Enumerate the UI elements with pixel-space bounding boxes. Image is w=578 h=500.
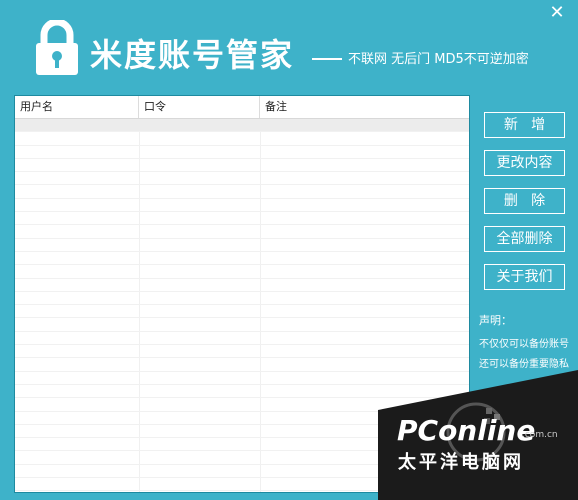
watermark-subtitle: 太平洋电脑网 xyxy=(398,452,524,473)
notice-line: 不仅仅可以备份账号 xyxy=(479,339,569,350)
tagline-dash xyxy=(312,58,342,60)
table-row[interactable] xyxy=(15,292,469,306)
table-row[interactable] xyxy=(15,318,469,332)
table-row[interactable] xyxy=(15,345,469,359)
table-row[interactable] xyxy=(15,212,469,226)
table-row[interactable] xyxy=(15,146,469,159)
table-row[interactable] xyxy=(15,279,469,292)
delete-all-button[interactable]: 全部删除 xyxy=(484,226,565,252)
about-button[interactable]: 关于我们 xyxy=(484,264,565,290)
notice-title: 声明： xyxy=(479,314,512,327)
edit-button[interactable]: 更改内容 xyxy=(484,150,565,176)
lock-icon xyxy=(36,20,78,75)
table-header: 用户名 口令 备注 xyxy=(15,96,469,119)
table-row[interactable] xyxy=(15,159,469,173)
table-row[interactable] xyxy=(15,225,469,239)
table-row[interactable] xyxy=(15,185,469,199)
table-row[interactable] xyxy=(15,119,469,133)
table-row[interactable] xyxy=(15,265,469,279)
app-title: 米度账号管家 xyxy=(90,36,295,74)
table-row[interactable] xyxy=(15,199,469,213)
table-row[interactable] xyxy=(15,332,469,346)
watermark-brand: PConline xyxy=(397,414,536,447)
table-row[interactable] xyxy=(15,239,469,252)
table-row[interactable] xyxy=(15,305,469,319)
notice-line: 还可以备份重要隐私 xyxy=(479,359,569,370)
column-header-username[interactable]: 用户名 xyxy=(15,96,139,118)
column-header-note[interactable]: 备注 xyxy=(260,96,469,118)
watermark-domain: .com.cn xyxy=(522,430,558,440)
header: 米度账号管家 不联网 无后门 MD5不可逆加密 xyxy=(0,0,578,96)
add-button[interactable]: 新 增 xyxy=(484,112,565,138)
table-row[interactable] xyxy=(15,172,469,186)
column-header-password[interactable]: 口令 xyxy=(139,96,260,118)
tagline: 不联网 无后门 MD5不可逆加密 xyxy=(348,52,529,67)
table-row[interactable] xyxy=(15,132,469,146)
delete-button[interactable]: 删 除 xyxy=(484,188,565,214)
table-row[interactable] xyxy=(15,252,469,266)
